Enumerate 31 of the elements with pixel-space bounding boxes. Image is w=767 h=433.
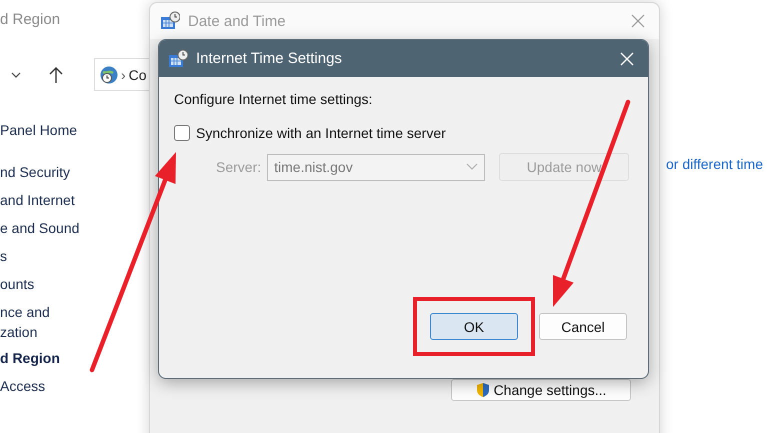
chevron-down-icon xyxy=(11,72,21,78)
window-title: Date and Time xyxy=(188,12,287,30)
sidebar-link[interactable]: and Internet xyxy=(0,190,150,210)
chevron-down-icon xyxy=(466,163,478,171)
change-settings-button[interactable]: Change settings... xyxy=(451,379,631,401)
sidebar-link[interactable]: nce and zation xyxy=(0,302,150,342)
calendar-clock-icon xyxy=(168,48,188,68)
checkbox-label: Synchronize with an Internet time server xyxy=(196,125,446,141)
breadcrumb-separator: › xyxy=(121,66,126,82)
sidebar-link[interactable]: nd Security xyxy=(0,162,150,182)
breadcrumb-item[interactable]: Co xyxy=(128,66,147,82)
cancel-button[interactable]: Cancel xyxy=(539,313,627,340)
checkbox[interactable] xyxy=(174,125,190,141)
close-icon xyxy=(631,14,645,28)
sidebar-link[interactable]: d Region xyxy=(0,348,150,368)
shield-icon xyxy=(476,382,490,398)
sidebar-link[interactable]: s xyxy=(0,246,150,266)
close-icon xyxy=(620,52,634,66)
up-arrow-icon xyxy=(48,66,64,84)
sidebar-link[interactable]: ounts xyxy=(0,274,150,294)
sidebar-link[interactable]: Panel Home xyxy=(0,120,150,140)
instruction-text: Configure Internet time settings: xyxy=(174,91,374,107)
globe-clock-icon xyxy=(100,66,118,84)
dialog-title: Internet Time Settings xyxy=(196,50,343,67)
link[interactable]: or different time xyxy=(666,156,763,404)
sidebar-link[interactable]: e and Sound xyxy=(0,218,150,238)
ok-button[interactable]: OK xyxy=(430,313,518,340)
calendar-clock-icon xyxy=(160,11,180,31)
sidebar-link[interactable]: Access xyxy=(0,376,150,396)
field-label: Server: xyxy=(216,159,262,175)
window-title: d Region xyxy=(0,11,60,28)
